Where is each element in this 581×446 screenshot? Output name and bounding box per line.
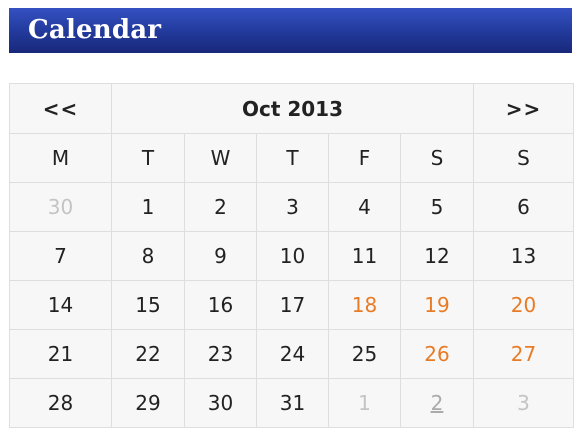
calendar-day-number: 31	[279, 391, 306, 415]
calendar-day-number: 17	[279, 293, 306, 317]
calendar-day-cell[interactable]: 3	[473, 378, 574, 428]
calendar-day-number: 30	[207, 391, 234, 415]
calendar-day-number: 2	[214, 195, 227, 219]
calendar-weeks: 30 1 2 3 4 5 6 7 8 9 10 11 12 13 14 15 16 17 18 19 20 21 22 23 2…	[9, 182, 574, 428]
calendar-day-number: 29	[135, 391, 161, 415]
calendar-day-number: 23	[207, 342, 234, 366]
calendar-day-cell[interactable]: 30	[9, 182, 112, 232]
calendar-day-cell[interactable]: 3	[256, 182, 329, 232]
calendar-day-cell[interactable]: 25	[328, 329, 401, 379]
calendar-day-cell[interactable]: 10	[256, 231, 329, 281]
calendar-day-number: 4	[358, 195, 371, 219]
calendar-week-row: 21 22 23 24 25 26 27	[9, 329, 574, 379]
calendar-day-number: 22	[135, 342, 161, 366]
weekday-label: S	[400, 133, 474, 183]
calendar-day-number: 15	[135, 293, 161, 317]
calendar-day-number: 12	[424, 244, 450, 268]
weekday-label: F	[328, 133, 401, 183]
calendar-day-cell[interactable]: 31	[256, 378, 329, 428]
calendar-day-cell[interactable]: 21	[9, 329, 112, 379]
calendar-day-cell[interactable]: 30	[184, 378, 257, 428]
month-title: Oct 2013	[111, 83, 474, 134]
calendar-day-cell[interactable]: 11	[328, 231, 401, 281]
calendar-day-number: 11	[351, 244, 378, 268]
calendar-day-cell[interactable]: 12	[400, 231, 474, 281]
calendar-day-number: 13	[510, 244, 537, 268]
calendar-day-cell[interactable]: 24	[256, 329, 329, 379]
calendar-day-cell[interactable]: 19	[400, 280, 474, 330]
calendar-day-cell[interactable]: 1	[111, 182, 185, 232]
calendar-day-cell[interactable]: 5	[400, 182, 474, 232]
calendar-week-row: 28 29 30 31 1 2 3	[9, 378, 574, 428]
calendar-day-number: 21	[47, 342, 74, 366]
calendar-day-cell[interactable]: 29	[111, 378, 185, 428]
calendar-day-number: 6	[517, 195, 530, 219]
calendar-day-cell[interactable]: 9	[184, 231, 257, 281]
calendar-day-cell[interactable]: 2	[184, 182, 257, 232]
calendar-day-cell[interactable]: 22	[111, 329, 185, 379]
weekday-label: S	[473, 133, 574, 183]
calendar-day-cell[interactable]: 18	[328, 280, 401, 330]
prev-month-button[interactable]: <<	[9, 83, 112, 134]
calendar-week-row: 30 1 2 3 4 5 6	[9, 182, 574, 232]
calendar-day-number: 8	[141, 244, 155, 268]
calendar-day-number: 27	[510, 342, 537, 366]
calendar-header-title: Calendar	[28, 15, 162, 45]
calendar-day-number: 30	[47, 195, 74, 219]
calendar-day-cell[interactable]: 14	[9, 280, 112, 330]
calendar-day-number: 2	[430, 391, 444, 415]
calendar-day-cell[interactable]: 2	[400, 378, 474, 428]
calendar-day-number: 18	[351, 293, 378, 317]
calendar-day-cell[interactable]: 15	[111, 280, 185, 330]
calendar-day-number: 1	[358, 391, 371, 415]
calendar-day-cell[interactable]: 8	[111, 231, 185, 281]
calendar-week-row: 7 8 9 10 11 12 13	[9, 231, 574, 281]
calendar-day-number: 1	[141, 195, 155, 219]
calendar-day-number: 25	[351, 342, 378, 366]
calendar-day-cell[interactable]: 1	[328, 378, 401, 428]
calendar-day-number: 20	[510, 293, 537, 317]
calendar-day-cell[interactable]: 23	[184, 329, 257, 379]
calendar-day-number: 3	[286, 195, 299, 219]
calendar-day-cell[interactable]: 17	[256, 280, 329, 330]
calendar-day-number: 5	[430, 195, 444, 219]
calendar-grid: << Oct 2013 >> M T W T F S S 30 1 2 3 4 5 6 7 8 9…	[9, 83, 574, 428]
calendar-day-number: 10	[279, 244, 306, 268]
calendar-day-number: 26	[424, 342, 450, 366]
weekday-label: W	[184, 133, 257, 183]
calendar-day-cell[interactable]: 6	[473, 182, 574, 232]
calendar-nav-row: << Oct 2013 >>	[9, 83, 574, 134]
weekday-label: M	[9, 133, 112, 183]
calendar-day-number: 24	[279, 342, 306, 366]
calendar-day-cell[interactable]: 28	[9, 378, 112, 428]
next-month-button[interactable]: >>	[473, 83, 574, 134]
calendar-day-number: 19	[424, 293, 450, 317]
weekday-header-row: M T W T F S S	[9, 133, 574, 183]
calendar-header: Calendar	[9, 8, 572, 53]
calendar-day-cell[interactable]: 7	[9, 231, 112, 281]
calendar-day-cell[interactable]: 4	[328, 182, 401, 232]
calendar-day-cell[interactable]: 20	[473, 280, 574, 330]
calendar-week-row: 14 15 16 17 18 19 20	[9, 280, 574, 330]
calendar-day-number: 7	[54, 244, 67, 268]
calendar-day-cell[interactable]: 13	[473, 231, 574, 281]
calendar-day-cell[interactable]: 16	[184, 280, 257, 330]
calendar-day-number: 14	[47, 293, 74, 317]
weekday-label: T	[111, 133, 185, 183]
calendar-day-number: 9	[214, 244, 227, 268]
calendar-day-cell[interactable]: 26	[400, 329, 474, 379]
calendar-day-number: 28	[47, 391, 74, 415]
calendar-day-number: 16	[207, 293, 234, 317]
calendar-day-cell[interactable]: 27	[473, 329, 574, 379]
weekday-label: T	[256, 133, 329, 183]
calendar-day-number: 3	[517, 391, 530, 415]
